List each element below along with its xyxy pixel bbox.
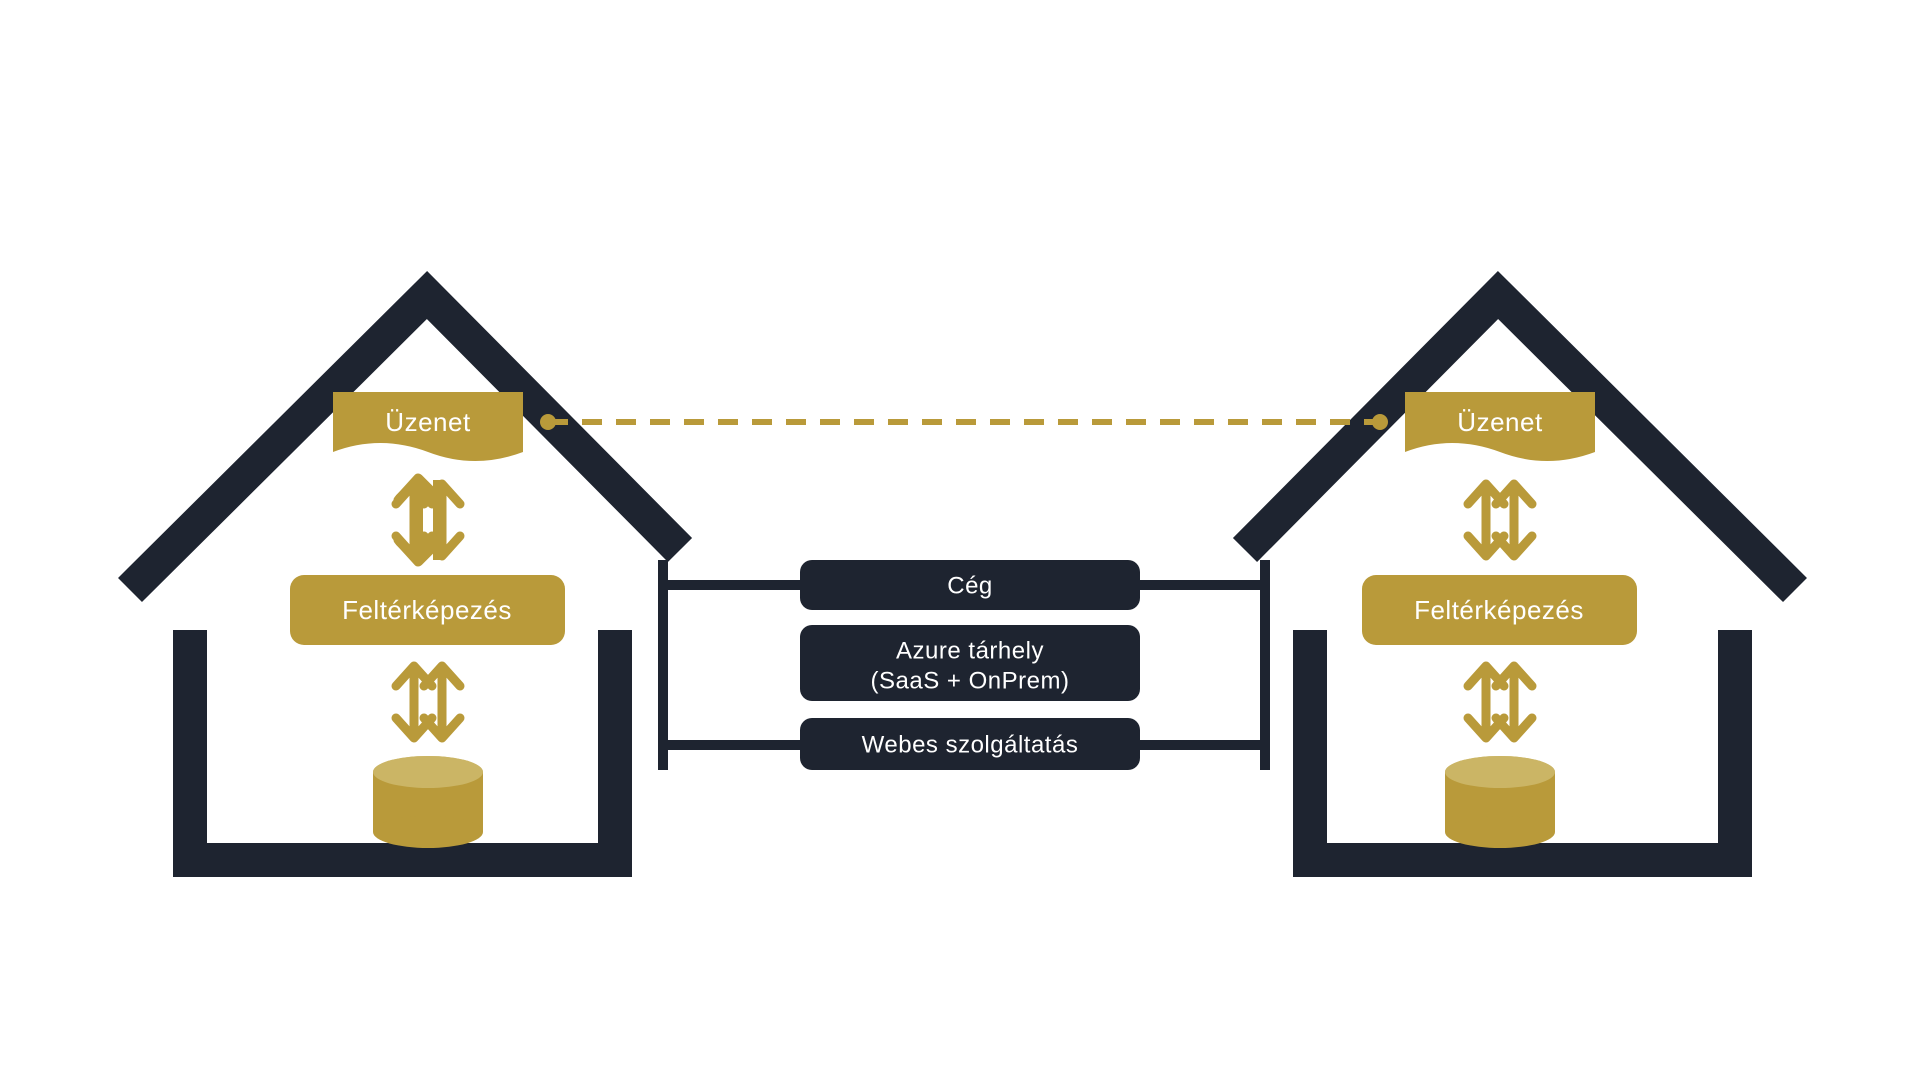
mapping-label-left: Feltérképezés [342,595,512,625]
bidirectional-arrow-icon [396,478,460,562]
architecture-diagram: Cég Azure tárhely (SaaS + OnPrem) Webes … [0,0,1920,1080]
bridge-hosting-box: Azure tárhely (SaaS + OnPrem) [800,625,1140,701]
bidirectional-arrow-icon [1468,484,1532,556]
message-box-left: Üzenet [333,392,523,461]
mapping-box-left: Feltérképezés [290,575,565,645]
message-box-right: Üzenet [1405,392,1595,461]
message-label-left: Üzenet [385,407,471,437]
bridge-hosting-line2: (SaaS + OnPrem) [871,667,1070,694]
bidirectional-arrow-icon [1468,666,1532,738]
message-label-right: Üzenet [1457,407,1543,437]
bridge-company-label: Cég [947,572,993,599]
bridge-webservice-label: Webes szolgáltatás [862,731,1079,758]
bridge-company-box: Cég [800,560,1140,610]
database-icon [1445,756,1555,848]
message-link [540,414,1388,430]
house-left-internals: Üzenet Feltérképezés [290,392,565,848]
bridge-webservice-box: Webes szolgáltatás [800,718,1140,770]
house-right-internals: Üzenet Feltérképezés [1362,392,1637,848]
mapping-box-right: Feltérképezés [1362,575,1637,645]
bridge-hosting-line1: Azure tárhely [896,637,1044,664]
database-icon [373,756,483,848]
mapping-label-right: Feltérképezés [1414,595,1584,625]
bidirectional-arrow-icon [396,666,460,738]
